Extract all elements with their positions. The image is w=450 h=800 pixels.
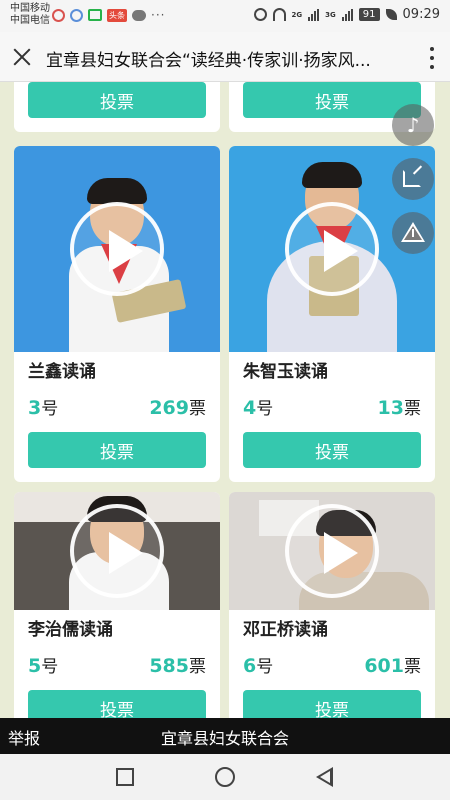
play-icon[interactable]: [285, 202, 379, 296]
candidate-stats: 5号 585票: [14, 652, 220, 678]
power-saving-icon: [385, 9, 397, 20]
candidate-video-thumbnail[interactable]: [14, 492, 220, 610]
vote-button[interactable]: 投票: [28, 82, 206, 118]
play-icon[interactable]: [285, 504, 379, 598]
candidate-stats: 3号 269票: [14, 394, 220, 420]
wifi-icon: [272, 8, 286, 21]
signal-icon: [308, 8, 320, 21]
candidate-name: 李治儒读诵: [28, 620, 113, 640]
music-icon: ♪: [406, 113, 420, 137]
vote-button[interactable]: 投票: [243, 432, 421, 468]
vote-count: 601票: [364, 655, 421, 677]
clock: 09:29: [402, 7, 440, 22]
candidate-grid[interactable]: 投票 投票 兰鑫读诵 3号 269票 投票 朱智玉读诵 4号 13票 投票 李治…: [0, 82, 450, 718]
candidate-video-thumbnail[interactable]: [14, 146, 220, 352]
vote-button[interactable]: 投票: [243, 82, 421, 118]
vote-count: 269票: [149, 397, 206, 419]
back-icon-inner: [320, 771, 330, 783]
network-type-1: 2G: [291, 10, 303, 19]
tv-icon: [88, 9, 102, 21]
bottom-bar: 宜章县妇女联合会 举报: [0, 718, 450, 754]
vote-button[interactable]: 投票: [243, 690, 421, 718]
warning-mark: [412, 229, 414, 237]
home-icon[interactable]: [215, 767, 235, 787]
candidate-name: 朱智玉读诵: [243, 362, 328, 382]
vote-button[interactable]: 投票: [28, 690, 206, 718]
warning-button[interactable]: [392, 212, 434, 254]
candidate-card[interactable]: 邓正桥读诵 6号 601票 投票: [229, 492, 435, 718]
network-type-2: 3G: [325, 10, 336, 19]
title-bar: 宜章县妇女联合会“读经典·传家训·扬家风...: [0, 32, 450, 82]
toutiao-icon: 头条: [107, 8, 127, 22]
candidate-number: 5号: [28, 655, 59, 677]
more-menu-icon[interactable]: [430, 47, 436, 69]
alarm-icon: [253, 8, 267, 21]
candidate-video-thumbnail[interactable]: [229, 492, 435, 610]
signal-icon-2: [341, 8, 353, 21]
page-title: 宜章县妇女联合会“读经典·传家训·扬家风...: [46, 51, 371, 71]
organization-name: 宜章县妇女联合会: [160, 729, 289, 748]
vote-button[interactable]: 投票: [28, 432, 206, 468]
battery-icon: 91: [358, 8, 380, 21]
share-button[interactable]: [392, 158, 434, 200]
photo-figure-hair: [87, 178, 147, 204]
system-icons: 2G 3G 91 09:29: [253, 7, 440, 22]
play-icon[interactable]: [70, 504, 164, 598]
photo-figure-hair: [302, 162, 362, 188]
browser-icon: [70, 8, 83, 22]
candidate-number: 4号: [243, 397, 274, 419]
system-nav-bar: [0, 754, 450, 800]
candidate-stats: 6号 601票: [229, 652, 435, 678]
carrier-2: 中国电信: [10, 15, 50, 26]
carrier-1: 中国移动: [10, 3, 50, 14]
recent-apps-icon[interactable]: [116, 768, 134, 786]
candidate-card-prev-left: 投票: [14, 82, 220, 132]
candidate-number: 6号: [243, 655, 274, 677]
more-notifications-icon: ···: [151, 8, 166, 22]
carrier-info: 中国移动 中国电信: [10, 3, 50, 27]
candidate-card[interactable]: 兰鑫读诵 3号 269票 投票: [14, 146, 220, 482]
candidate-name: 邓正桥读诵: [243, 620, 328, 640]
candidate-number: 3号: [28, 397, 59, 419]
vote-count: 13票: [377, 397, 421, 419]
weibo-icon: [52, 8, 65, 22]
candidate-card[interactable]: 李治儒读诵 5号 585票 投票: [14, 492, 220, 718]
vote-count: 585票: [149, 655, 206, 677]
candidate-stats: 4号 13票: [229, 394, 435, 420]
report-link[interactable]: 举报: [8, 725, 40, 749]
message-icon: [132, 9, 146, 21]
close-icon[interactable]: [10, 45, 34, 69]
music-button[interactable]: ♪: [392, 104, 434, 146]
candidate-name: 兰鑫读诵: [28, 362, 96, 382]
status-bar: 中国移动 中国电信 头条 ··· 2G 3G 91 09:29: [0, 0, 450, 32]
notification-icons: 头条 ···: [52, 8, 165, 22]
play-icon[interactable]: [70, 202, 164, 296]
